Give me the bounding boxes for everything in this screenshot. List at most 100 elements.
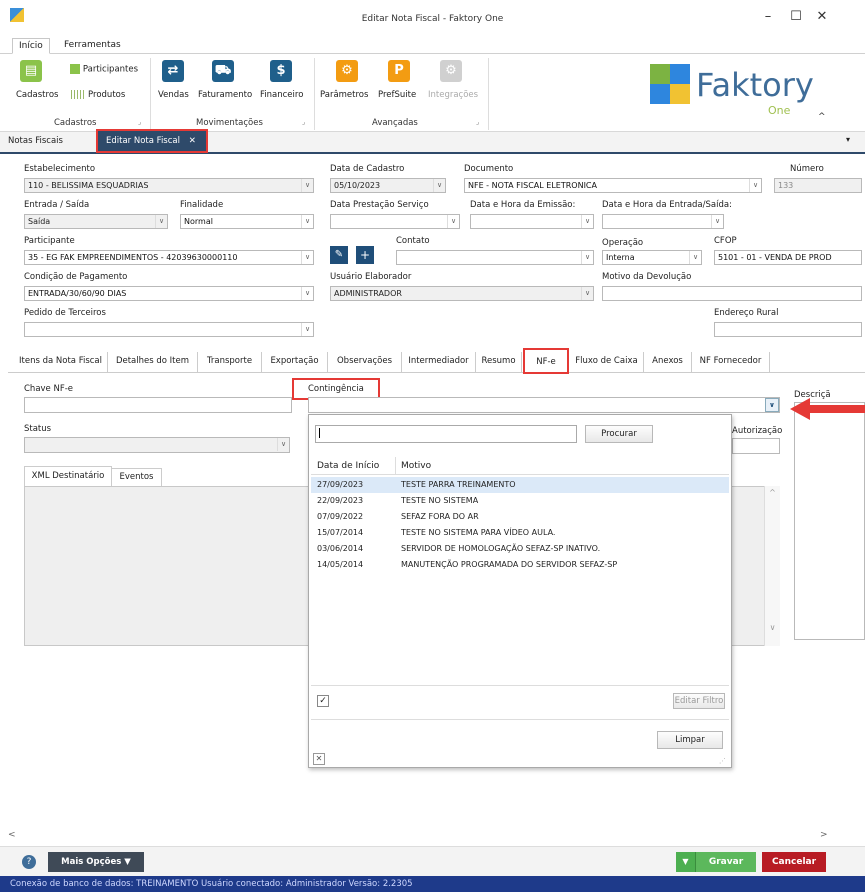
table-row[interactable]: 03/06/2014 SERVIDOR DE HOMOLOGAÇÃO SEFAZ-… — [311, 541, 729, 557]
data-prestacao-field[interactable]: ∨ — [330, 214, 460, 229]
condicao-pagamento-select[interactable]: ENTRADA/30/60/90 DIAS ∨ — [24, 286, 314, 301]
col-motivo: Motivo — [401, 461, 432, 471]
chevron-down-icon[interactable]: ∨ — [155, 215, 167, 228]
chevron-right-icon[interactable]: > — [820, 830, 828, 840]
tab-exportacao[interactable]: Exportação — [262, 352, 328, 372]
edit-participante-button[interactable]: ✎ — [330, 246, 348, 264]
cadastros-button[interactable]: ▤ — [20, 60, 42, 82]
filter-checkbox[interactable]: ✓ — [317, 695, 329, 707]
tab-fluxo-caixa[interactable]: Fluxo de Caixa — [570, 352, 644, 372]
gravar-button[interactable]: Gravar — [696, 852, 756, 872]
chevron-down-icon[interactable]: ∨ — [301, 251, 313, 264]
close-icon[interactable]: ✕ — [812, 8, 832, 26]
chevron-down-icon[interactable]: ∨ — [581, 251, 593, 264]
pedido-terceiros-select[interactable]: ∨ — [24, 322, 314, 337]
table-row[interactable]: 15/07/2014 TESTE NO SISTEMA PARA VÍDEO AU… — [311, 525, 729, 541]
tab-observacoes[interactable]: Observações — [328, 352, 402, 372]
mais-opcoes-button[interactable]: Mais Opções ▼ — [48, 852, 144, 872]
tabs-menu-icon[interactable]: ▾ — [846, 135, 850, 144]
table-row[interactable]: 14/05/2014 MANUTENÇÃO PROGRAMADA DO SERVI… — [311, 557, 729, 573]
chevron-down-icon[interactable]: ∨ — [749, 179, 761, 192]
data-cadastro-field[interactable]: 05/10/2023 ∨ — [330, 178, 446, 193]
gravar-menu-button[interactable]: ▼ — [676, 852, 696, 872]
chevron-down-icon[interactable]: ∨ — [447, 215, 459, 228]
contingencia-select[interactable]: ∨ — [308, 397, 780, 413]
limpar-button[interactable]: Limpar — [657, 731, 723, 749]
ribbon-tab-inicio[interactable]: Início — [12, 38, 50, 54]
procurar-button[interactable]: Procurar — [585, 425, 653, 443]
faturamento-button[interactable]: Faturamento — [198, 90, 252, 100]
resize-grip-icon[interactable]: ⋰ — [719, 757, 726, 765]
tab-resumo[interactable]: Resumo — [476, 352, 522, 372]
entrada-saida-select[interactable]: Saída ∨ — [24, 214, 168, 229]
subtab-xml-destinatario[interactable]: XML Destinatário — [24, 466, 112, 486]
prefsuite-icon[interactable]: P — [388, 60, 410, 82]
vendas-icon[interactable]: ⇄ — [162, 60, 184, 82]
close-popup-icon[interactable]: ✕ — [313, 753, 325, 765]
help-icon[interactable]: ? — [22, 855, 36, 869]
chevron-down-icon[interactable]: ∨ — [301, 287, 313, 300]
chevron-down-icon[interactable]: ∨ — [433, 179, 445, 192]
horizontal-scrollbar[interactable]: < > — [8, 830, 858, 842]
ribbon-tab-ferramentas[interactable]: Ferramentas — [58, 38, 127, 54]
table-row[interactable]: 27/09/2023 TESTE PARRA TREINAMENTO — [311, 477, 729, 493]
chevron-up-icon[interactable]: ^ — [765, 488, 780, 497]
estabelecimento-select[interactable]: 110 - BELISSIMA ESQUADRIAS ∨ — [24, 178, 314, 193]
chevron-down-icon[interactable]: ∨ — [301, 215, 313, 228]
tab-transporte[interactable]: Transporte — [198, 352, 262, 372]
add-participante-button[interactable]: + — [356, 246, 374, 264]
chevron-down-icon[interactable]: ∨ — [301, 323, 313, 336]
chave-nfe-field[interactable] — [24, 397, 292, 413]
tab-anexos[interactable]: Anexos — [644, 352, 692, 372]
produtos-button[interactable]: ||||| Produtos — [70, 90, 125, 100]
tab-notas-fiscais[interactable]: Notas Fiscais — [8, 136, 63, 146]
cfop-select[interactable]: 5101 - 01 - VENDA DE PROD — [714, 250, 862, 265]
motivo-devolucao-field[interactable] — [602, 286, 862, 301]
group-expand-icon[interactable]: ⌟ — [138, 118, 141, 126]
tab-detalhes-item[interactable]: Detalhes do Item — [108, 352, 198, 372]
xml-scrollbar[interactable]: ^ ∨ — [764, 486, 780, 646]
chevron-down-icon[interactable]: ∨ — [581, 215, 593, 228]
tab-nf-e[interactable]: NF-e — [523, 348, 569, 374]
table-row[interactable]: 07/09/2022 SEFAZ FORA DO AR — [311, 509, 729, 525]
minimize-icon[interactable]: – — [758, 8, 778, 26]
endereco-rural-field[interactable] — [714, 322, 862, 337]
cancelar-button[interactable]: Cancelar — [762, 852, 826, 872]
tab-intermediador[interactable]: Intermediador — [402, 352, 476, 372]
chevron-down-icon[interactable]: ∨ — [689, 251, 701, 264]
data-entrada-saida-field[interactable]: ∨ — [602, 214, 724, 229]
vendas-button[interactable]: Vendas — [158, 90, 189, 100]
contato-select[interactable]: ∨ — [396, 250, 594, 265]
truck-icon[interactable]: ⛟ — [212, 60, 234, 82]
parametros-button[interactable]: Parâmetros — [320, 90, 368, 100]
chevron-down-icon[interactable]: ∨ — [301, 179, 313, 192]
prefsuite-button[interactable]: PrefSuite — [378, 90, 416, 100]
subtab-eventos[interactable]: Eventos — [112, 468, 162, 486]
financeiro-icon[interactable]: $ — [270, 60, 292, 82]
close-tab-icon[interactable]: ✕ — [189, 136, 196, 146]
data-emissao-field[interactable]: ∨ — [470, 214, 594, 229]
participantes-button[interactable]: Participantes — [70, 64, 138, 75]
collapse-ribbon-icon[interactable]: ^ — [818, 112, 826, 122]
documento-select[interactable]: NFE - NOTA FISCAL ELETRONICA ∨ — [464, 178, 762, 193]
parametros-icon[interactable]: ⚙ — [336, 60, 358, 82]
group-expand-icon[interactable]: ⌟ — [302, 118, 305, 126]
maximize-icon[interactable]: ☐ — [786, 8, 806, 26]
chevron-left-icon[interactable]: < — [8, 830, 16, 840]
chevron-down-icon[interactable]: ∨ — [765, 398, 779, 412]
participante-select[interactable]: 35 - EG FAK EMPREENDIMENTOS - 4203963000… — [24, 250, 314, 265]
tab-itens-nota-fiscal[interactable]: Itens da Nota Fiscal — [14, 352, 108, 372]
chevron-down-icon[interactable]: ∨ — [765, 623, 780, 632]
finalidade-select[interactable]: Normal ∨ — [180, 214, 314, 229]
table-row[interactable]: 22/09/2023 TESTE NO SISTEMA — [311, 493, 729, 509]
chevron-down-icon[interactable]: ∨ — [711, 215, 723, 228]
descricao-textarea[interactable] — [794, 402, 865, 640]
financeiro-button[interactable]: Financeiro — [260, 90, 303, 100]
autorizacao-field[interactable] — [732, 438, 780, 454]
tab-nf-fornecedor[interactable]: NF Fornecedor — [692, 352, 770, 372]
tab-editar-nota-fiscal[interactable]: Editar Nota Fiscal ✕ — [96, 129, 208, 153]
popup-search-input[interactable] — [315, 425, 577, 443]
autorizacao-label: Autorização — [732, 426, 783, 436]
operacao-select[interactable]: Interna ∨ — [602, 250, 702, 265]
group-expand-icon[interactable]: ⌟ — [476, 118, 479, 126]
